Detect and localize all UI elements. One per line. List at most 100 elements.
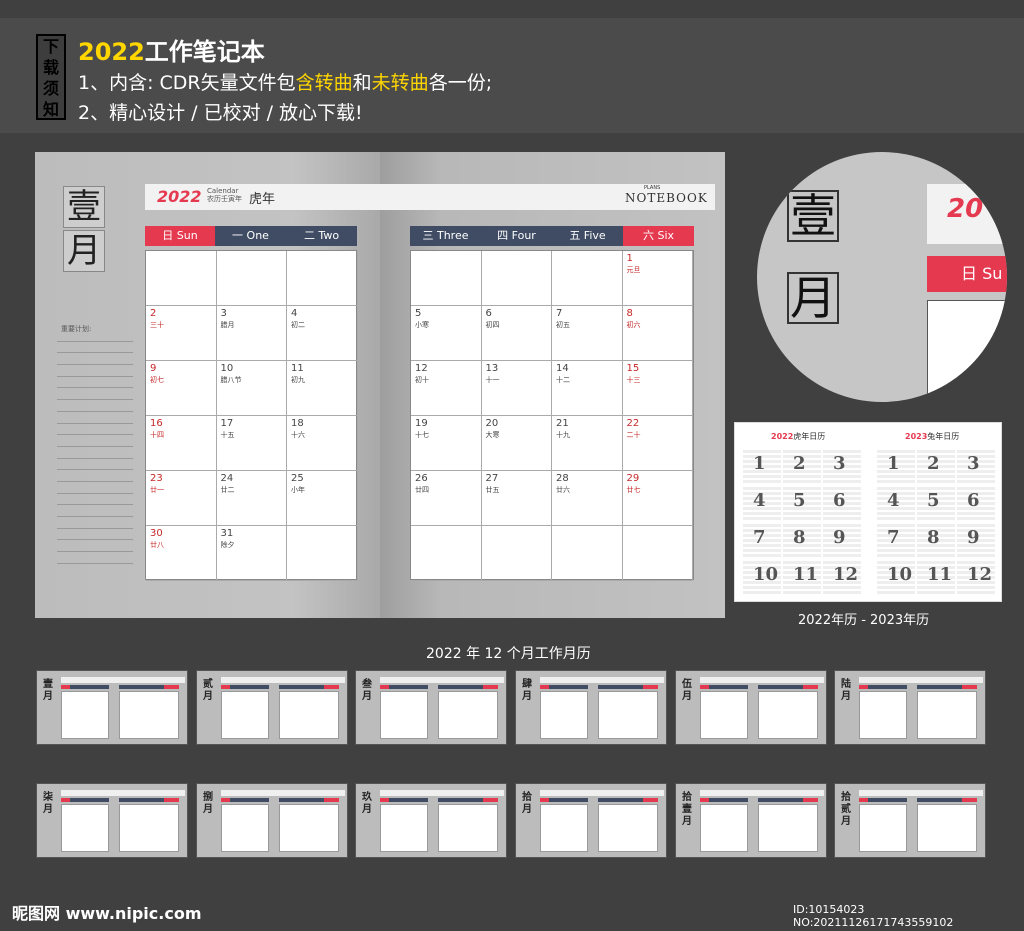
thumbnail-part xyxy=(221,691,269,739)
day-cell[interactable]: 28 廿六 xyxy=(552,471,623,526)
day-cell[interactable]: 27 廿五 xyxy=(481,471,552,526)
mini-month: 5 xyxy=(917,486,955,520)
thumbnail-part xyxy=(61,798,70,802)
day-cell[interactable]: 1 元旦 xyxy=(622,251,693,306)
day-cell[interactable]: 31 除夕 xyxy=(216,526,287,581)
day-cell[interactable] xyxy=(411,526,482,581)
day-cell[interactable]: 18 十六 xyxy=(287,416,358,471)
header-title: 2022工作笔记本 xyxy=(78,32,265,67)
mini-month-number: 9 xyxy=(967,527,980,548)
lunar-label: 十六 xyxy=(291,431,305,439)
day-cell[interactable] xyxy=(552,526,623,581)
day-cell[interactable]: 10 腊八节 xyxy=(216,361,287,416)
thumbnail-part xyxy=(279,685,324,689)
mini-month: 12 xyxy=(823,560,861,594)
thumbnail-part xyxy=(221,798,230,802)
lunar-label: 腊月 xyxy=(220,321,235,329)
day-cell[interactable]: 29 廿七 xyxy=(622,471,693,526)
day-cell[interactable]: 15 十三 xyxy=(622,361,693,416)
day-cell[interactable]: 6 初四 xyxy=(481,306,552,361)
thumbnail-part xyxy=(540,685,549,689)
weekday-header: 六 Six xyxy=(623,226,694,246)
line1-highlight-b: 未转曲 xyxy=(371,72,429,94)
month-thumbnail[interactable]: 拾贰月 xyxy=(834,783,986,858)
lunar-label: 十五 xyxy=(220,431,235,439)
day-cell[interactable] xyxy=(481,526,552,581)
thumbnail-part xyxy=(483,798,498,802)
thumbnail-part xyxy=(549,685,588,689)
thumbnail-part xyxy=(868,798,907,802)
lunar-label: 大寒 xyxy=(485,431,500,439)
month-thumbnail[interactable]: 拾壹月 xyxy=(675,783,827,858)
month-thumbnail[interactable]: 陆月 xyxy=(834,670,986,745)
month-thumbnail[interactable]: 叁月 xyxy=(355,670,507,745)
day-cell[interactable]: 2 三十 xyxy=(146,306,217,361)
month-thumbnail[interactable]: 壹月 xyxy=(36,670,188,745)
month-thumbnail[interactable]: 玖月 xyxy=(355,783,507,858)
day-cell[interactable] xyxy=(622,526,693,581)
day-number: 10 xyxy=(220,363,234,374)
note-line xyxy=(57,342,133,354)
day-cell[interactable]: 21 十九 xyxy=(552,416,623,471)
day-number: 28 xyxy=(556,473,569,484)
mini-month: 1 xyxy=(877,449,915,483)
day-cell[interactable]: 24 廿二 xyxy=(216,471,287,526)
mini-month: 9 xyxy=(823,523,861,557)
day-cell[interactable]: 20 大寒 xyxy=(481,416,552,471)
day-cell[interactable] xyxy=(481,251,552,306)
lunar-label: 廿二 xyxy=(220,486,235,494)
day-cell[interactable]: 7 初五 xyxy=(552,306,623,361)
mini-month-number: 1 xyxy=(753,453,766,474)
mini-month-number: 5 xyxy=(927,490,940,511)
thumbnail-part xyxy=(859,804,907,852)
day-cell[interactable]: 12 初十 xyxy=(411,361,482,416)
thumbnail-part xyxy=(758,685,803,689)
day-cell[interactable]: 23 廿一 xyxy=(146,471,217,526)
thumbnail-part xyxy=(917,798,962,802)
day-cell[interactable]: 13 十一 xyxy=(481,361,552,416)
month-thumbnail[interactable]: 柒月 xyxy=(36,783,188,858)
thumbnail-part xyxy=(917,804,977,852)
month-thumbnail[interactable]: 捌月 xyxy=(196,783,348,858)
month-thumbnail[interactable]: 伍月 xyxy=(675,670,827,745)
day-cell[interactable]: 25 小年 xyxy=(287,471,358,526)
day-cell[interactable]: 19 十七 xyxy=(411,416,482,471)
notebook-plans-label: PLANS xyxy=(644,185,661,191)
day-cell[interactable] xyxy=(287,251,358,306)
thumbnail-part xyxy=(758,798,803,802)
mini-month-number: 7 xyxy=(887,527,900,548)
day-cell[interactable]: 11 初九 xyxy=(287,361,358,416)
mini-month: 6 xyxy=(957,486,995,520)
notebook-logo: NOTEBOOK xyxy=(625,191,708,205)
month-thumbnail[interactable]: 贰月 xyxy=(196,670,348,745)
day-cell[interactable]: 22 二十 xyxy=(622,416,693,471)
day-cell[interactable] xyxy=(146,251,217,306)
mini-month: 10 xyxy=(877,560,915,594)
day-cell[interactable] xyxy=(287,526,358,581)
day-cell[interactable]: 16 十四 xyxy=(146,416,217,471)
notice-char: 知 xyxy=(42,100,59,119)
thumbnail-part xyxy=(859,798,868,802)
day-cell[interactable]: 8 初六 xyxy=(622,306,693,361)
zoom-year: 20 xyxy=(947,194,984,224)
day-cell[interactable]: 9 初七 xyxy=(146,361,217,416)
day-cell[interactable]: 3 腊月 xyxy=(216,306,287,361)
month-char: 月 xyxy=(63,230,105,272)
day-cell[interactable]: 17 十五 xyxy=(216,416,287,471)
month-thumbnail[interactable]: 拾月 xyxy=(515,783,667,858)
month-thumbnail[interactable]: 肆月 xyxy=(515,670,667,745)
mini-calendar-caption: 2022年历 - 2023年历 xyxy=(798,613,930,628)
day-cell[interactable] xyxy=(411,251,482,306)
day-cell[interactable]: 14 十二 xyxy=(552,361,623,416)
day-cell[interactable]: 5 小寒 xyxy=(411,306,482,361)
thumbnail-month-name: 壹月 xyxy=(43,679,53,702)
lunar-label: 三十 xyxy=(150,321,164,329)
day-cell[interactable]: 30 廿八 xyxy=(146,526,217,581)
note-line xyxy=(57,412,133,424)
day-cell[interactable]: 26 廿四 xyxy=(411,471,482,526)
day-cell[interactable] xyxy=(552,251,623,306)
thumbnail-part xyxy=(380,790,504,796)
thumbnail-part xyxy=(962,685,977,689)
day-cell[interactable]: 4 初二 xyxy=(287,306,358,361)
day-cell[interactable] xyxy=(216,251,287,306)
